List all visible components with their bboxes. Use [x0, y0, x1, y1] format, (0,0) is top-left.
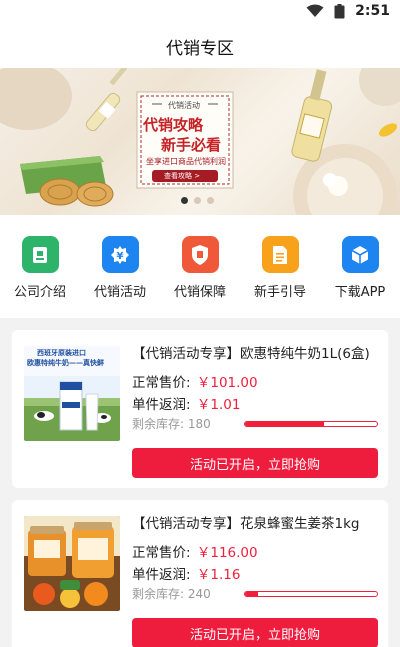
price-row: 正常售价: ￥116.00: [132, 541, 258, 561]
nav-item-download[interactable]: 下载APP: [320, 236, 400, 306]
product-image-caption: 西班牙原装进口: [37, 349, 86, 357]
product-card[interactable]: 【代销活动专享】花泉蜂蜜生姜茶1kg 正常售价: ￥116.00 单件返润: ￥…: [12, 500, 388, 647]
activity-icon: ¥: [101, 236, 139, 273]
rebate-row: 单件返润: ￥1.16: [132, 563, 240, 583]
wine-bottle-left: [85, 68, 128, 132]
carousel-dot[interactable]: [181, 197, 188, 204]
status-time: 2:51: [355, 3, 390, 19]
product-image-caption: 欧惠特纯牛奶——真快鲜: [27, 359, 104, 367]
status-icons: 2:51: [306, 3, 390, 19]
svg-text:¥: ¥: [117, 251, 124, 262]
buy-now-button[interactable]: 活动已开启，立即抢购: [132, 618, 378, 647]
stock-progress: [244, 421, 378, 427]
banner-cta: 查看攻略 >: [164, 172, 201, 180]
biscuit-box: [20, 156, 114, 207]
quick-nav: 公司介绍 ¥ 代销活动 代销保障 新手引导 下载APP: [0, 215, 400, 318]
rebate-label: 单件返润:: [132, 397, 191, 413]
shield-icon: [181, 236, 219, 273]
product-title: 【代销活动专享】欧惠特纯牛奶1L(6盒): [132, 346, 370, 362]
carousel-dots: [181, 197, 214, 204]
nav-item-guide[interactable]: 新手引导: [240, 236, 320, 306]
battery-icon: [334, 3, 345, 18]
cube-icon: [341, 236, 379, 273]
nav-label: 代销活动: [93, 285, 146, 300]
carousel-dot[interactable]: [207, 197, 214, 204]
promo-banner[interactable]: 代销活动 代销攻略 新手必看 坐享进口商品代销利润 查看攻略 >: [0, 68, 400, 215]
product-image: 西班牙原装进口 欧惠特纯牛奶——真快鲜: [24, 346, 120, 441]
stock-progress-fill: [245, 422, 325, 426]
stock-value: 240: [187, 587, 211, 601]
document-icon: [261, 236, 299, 273]
rebate-label: 单件返润:: [132, 567, 191, 583]
stock-progress: [244, 591, 378, 597]
price-value: ￥101.00: [196, 375, 258, 391]
company-icon: [21, 236, 59, 273]
stock-value: 180: [187, 417, 211, 431]
buy-now-button[interactable]: 活动已开启，立即抢购: [132, 448, 378, 478]
stock-label: 剩余库存:: [132, 587, 185, 601]
product-image: [24, 516, 120, 611]
stock-row: 剩余库存: 240: [132, 585, 211, 602]
price-label: 正常售价:: [132, 545, 191, 561]
nav-item-guarantee[interactable]: 代销保障: [160, 236, 240, 306]
product-title: 【代销活动专享】花泉蜂蜜生姜茶1kg: [132, 516, 360, 532]
stock-progress-fill: [245, 592, 259, 596]
nav-label: 代销保障: [173, 285, 226, 300]
nav-label: 公司介绍: [13, 285, 66, 300]
stock-label: 剩余库存:: [132, 417, 185, 431]
banner-headline-2: 新手必看: [161, 136, 222, 154]
nav-label: 下载APP: [334, 285, 386, 300]
banner-headline-1: 代销攻略: [143, 116, 204, 134]
product-card[interactable]: 西班牙原装进口 欧惠特纯牛奶——真快鲜 【代销活动专享】欧惠特纯牛奶1L(6盒)…: [12, 330, 388, 488]
rebate-row: 单件返润: ￥1.01: [132, 393, 240, 413]
header: 代销专区: [0, 24, 400, 68]
status-bar: 2:51: [0, 0, 400, 24]
rebate-value: ￥1.01: [196, 397, 241, 413]
banner-caption: 代销活动: [168, 101, 200, 110]
carousel-dot[interactable]: [194, 197, 201, 204]
wifi-icon: [306, 4, 324, 17]
banner-subline: 坐享进口商品代销利润: [146, 157, 226, 166]
nav-item-activity[interactable]: ¥ 代销活动: [80, 236, 160, 306]
stock-row: 剩余库存: 180: [132, 415, 211, 432]
rebate-value: ￥1.16: [196, 567, 241, 583]
price-label: 正常售价:: [132, 375, 191, 391]
nav-label: 新手引导: [253, 285, 306, 300]
price-value: ￥116.00: [196, 545, 258, 561]
page-title: 代销专区: [166, 38, 234, 59]
nav-item-company[interactable]: 公司介绍: [0, 236, 80, 306]
price-row: 正常售价: ￥101.00: [132, 371, 258, 391]
